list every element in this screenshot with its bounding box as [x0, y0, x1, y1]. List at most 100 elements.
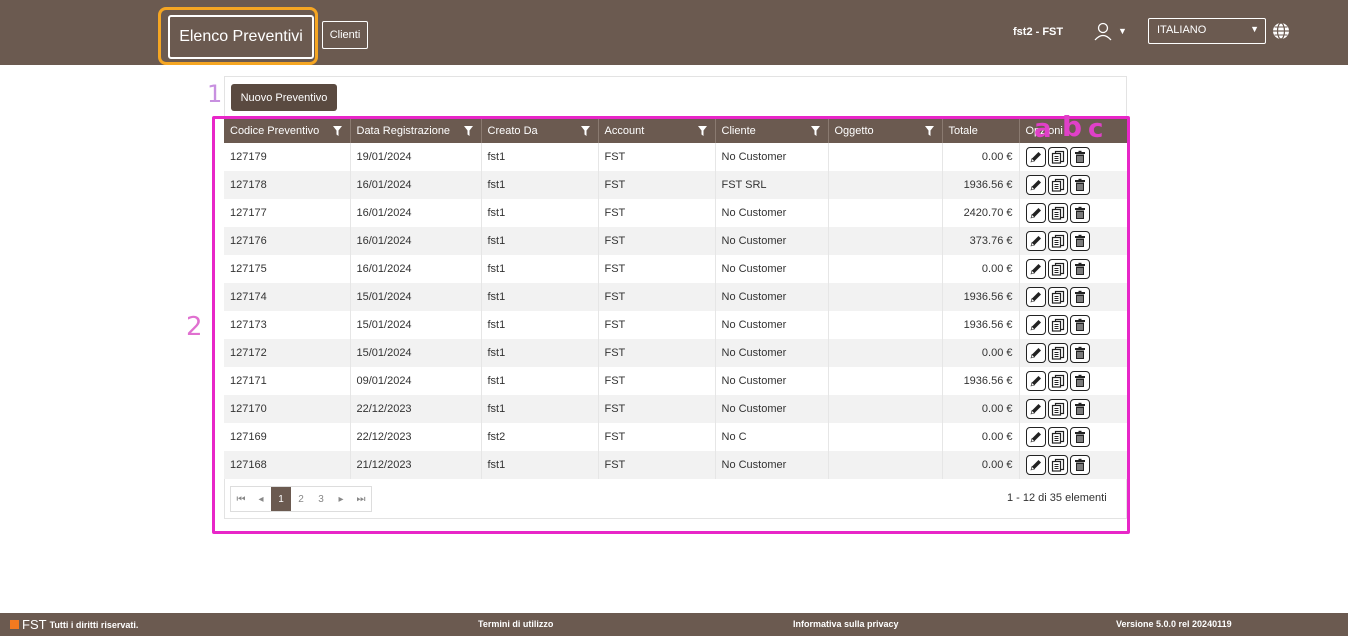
cell-data: 15/01/2024 — [350, 311, 482, 339]
user-caret-icon[interactable]: ▼ — [1118, 26, 1127, 36]
cell-cliente: No Customer — [715, 255, 829, 283]
delete-button[interactable] — [1069, 147, 1090, 167]
delete-button[interactable] — [1069, 427, 1090, 447]
edit-button[interactable] — [1025, 147, 1046, 167]
row-actions — [1025, 287, 1121, 307]
delete-button[interactable] — [1069, 315, 1090, 335]
next-page-button[interactable]: ▸ — [331, 487, 351, 511]
page-button-3[interactable]: 3 — [311, 487, 331, 511]
globe-icon[interactable] — [1271, 21, 1291, 41]
edit-button[interactable] — [1025, 287, 1046, 307]
cell-oggetto — [828, 311, 943, 339]
column-header[interactable]: Account — [598, 119, 716, 143]
edit-button[interactable] — [1025, 175, 1046, 195]
edit-button[interactable] — [1025, 343, 1046, 363]
table-row[interactable]: 127179 19/01/2024 fst1 FST No Customer 0.00 € — [224, 143, 1128, 171]
duplicate-button[interactable] — [1047, 427, 1068, 447]
delete-button[interactable] — [1069, 259, 1090, 279]
edit-button[interactable] — [1025, 259, 1046, 279]
new-quote-button[interactable]: Nuovo Preventivo — [231, 84, 337, 111]
delete-button[interactable] — [1069, 399, 1090, 419]
first-page-button[interactable]: ⏮ — [231, 487, 251, 511]
table-row[interactable]: 127174 15/01/2024 fst1 FST No Customer 1936.5… — [224, 283, 1128, 311]
cell-opzioni — [1019, 227, 1128, 255]
duplicate-button[interactable] — [1047, 147, 1068, 167]
duplicate-button[interactable] — [1047, 343, 1068, 363]
column-header[interactable]: Totale — [942, 119, 1020, 143]
annotation-c: c — [1088, 114, 1104, 144]
column-header[interactable]: Oggetto — [828, 119, 943, 143]
row-actions — [1025, 399, 1121, 419]
duplicate-button[interactable] — [1047, 315, 1068, 335]
nav-clienti[interactable]: Clienti — [322, 21, 368, 49]
delete-button[interactable] — [1069, 287, 1090, 307]
prev-page-button[interactable]: ◂ — [251, 487, 271, 511]
edit-button[interactable] — [1025, 455, 1046, 475]
last-page-button[interactable]: ⏭ — [351, 487, 371, 511]
table-row[interactable]: 127170 22/12/2023 fst1 FST No Customer 0.00 € — [224, 395, 1128, 423]
delete-button[interactable] — [1069, 175, 1090, 195]
delete-button[interactable] — [1069, 455, 1090, 475]
table-row[interactable]: 127172 15/01/2024 fst1 FST No Customer 0.00 € — [224, 339, 1128, 367]
user-icon[interactable] — [1093, 21, 1113, 41]
page-button-1[interactable]: 1 — [271, 487, 291, 511]
duplicate-button[interactable] — [1047, 371, 1068, 391]
edit-button[interactable] — [1025, 371, 1046, 391]
edit-button[interactable] — [1025, 231, 1046, 251]
filter-icon[interactable] — [463, 126, 473, 136]
filter-icon[interactable] — [580, 126, 590, 136]
privacy-link[interactable]: Informativa sulla privacy — [793, 619, 899, 629]
page-button-2[interactable]: 2 — [291, 487, 311, 511]
column-header[interactable]: Cliente — [715, 119, 829, 143]
edit-button[interactable] — [1025, 203, 1046, 223]
edit-button[interactable] — [1025, 315, 1046, 335]
terms-link[interactable]: Termini di utilizzo — [478, 619, 553, 629]
cell-creato-da: fst1 — [481, 367, 599, 395]
delete-button[interactable] — [1069, 371, 1090, 391]
column-header[interactable]: Data Registrazione — [350, 119, 482, 143]
edit-icon — [1030, 432, 1041, 443]
chevron-down-icon: ▼ — [1250, 24, 1259, 34]
delete-button[interactable] — [1069, 231, 1090, 251]
language-select[interactable]: ITALIANO ▼ — [1148, 18, 1266, 44]
duplicate-button[interactable] — [1047, 231, 1068, 251]
cell-account: FST — [598, 143, 716, 171]
table-row[interactable]: 127177 16/01/2024 fst1 FST No Customer 2420.7… — [224, 199, 1128, 227]
copy-icon — [1051, 346, 1064, 360]
cell-codice: 127169 — [224, 423, 351, 451]
cell-codice: 127172 — [224, 339, 351, 367]
duplicate-button[interactable] — [1047, 399, 1068, 419]
delete-button[interactable] — [1069, 343, 1090, 363]
duplicate-button[interactable] — [1047, 259, 1068, 279]
edit-icon — [1030, 264, 1041, 275]
cell-totale: 1936.56 € — [942, 311, 1020, 339]
table-row[interactable]: 127168 21/12/2023 fst1 FST No Customer 0.00 € — [224, 451, 1128, 479]
duplicate-button[interactable] — [1047, 175, 1068, 195]
table-row[interactable]: 127169 22/12/2023 fst2 FST No C 0.00 € — [224, 423, 1128, 451]
column-header[interactable]: Creato Da — [481, 119, 599, 143]
delete-button[interactable] — [1069, 203, 1090, 223]
nav-elenco-preventivi[interactable]: Elenco Preventivi — [168, 15, 314, 59]
filter-icon[interactable] — [924, 126, 934, 136]
edit-button[interactable] — [1025, 427, 1046, 447]
filter-icon[interactable] — [810, 126, 820, 136]
cell-opzioni — [1019, 311, 1128, 339]
table-row[interactable]: 127173 15/01/2024 fst1 FST No Customer 1936.5… — [224, 311, 1128, 339]
duplicate-button[interactable] — [1047, 287, 1068, 307]
duplicate-button[interactable] — [1047, 455, 1068, 475]
delete-icon — [1074, 178, 1085, 191]
table-row[interactable]: 127171 09/01/2024 fst1 FST No Customer 1936.5… — [224, 367, 1128, 395]
edit-button[interactable] — [1025, 399, 1046, 419]
cell-codice: 127168 — [224, 451, 351, 479]
cell-oggetto — [828, 367, 943, 395]
edit-icon — [1030, 208, 1041, 219]
table-row[interactable]: 127175 16/01/2024 fst1 FST No Customer 0.00 € — [224, 255, 1128, 283]
edit-icon — [1030, 460, 1041, 471]
duplicate-button[interactable] — [1047, 203, 1068, 223]
column-header[interactable]: Codice Preventivo — [224, 119, 351, 143]
filter-icon[interactable] — [332, 126, 342, 136]
table-row[interactable]: 127176 16/01/2024 fst1 FST No Customer 373.76… — [224, 227, 1128, 255]
filter-icon[interactable] — [697, 126, 707, 136]
table-row[interactable]: 127178 16/01/2024 fst1 FST FST SRL 1936.56 € — [224, 171, 1128, 199]
cell-cliente: No Customer — [715, 143, 829, 171]
